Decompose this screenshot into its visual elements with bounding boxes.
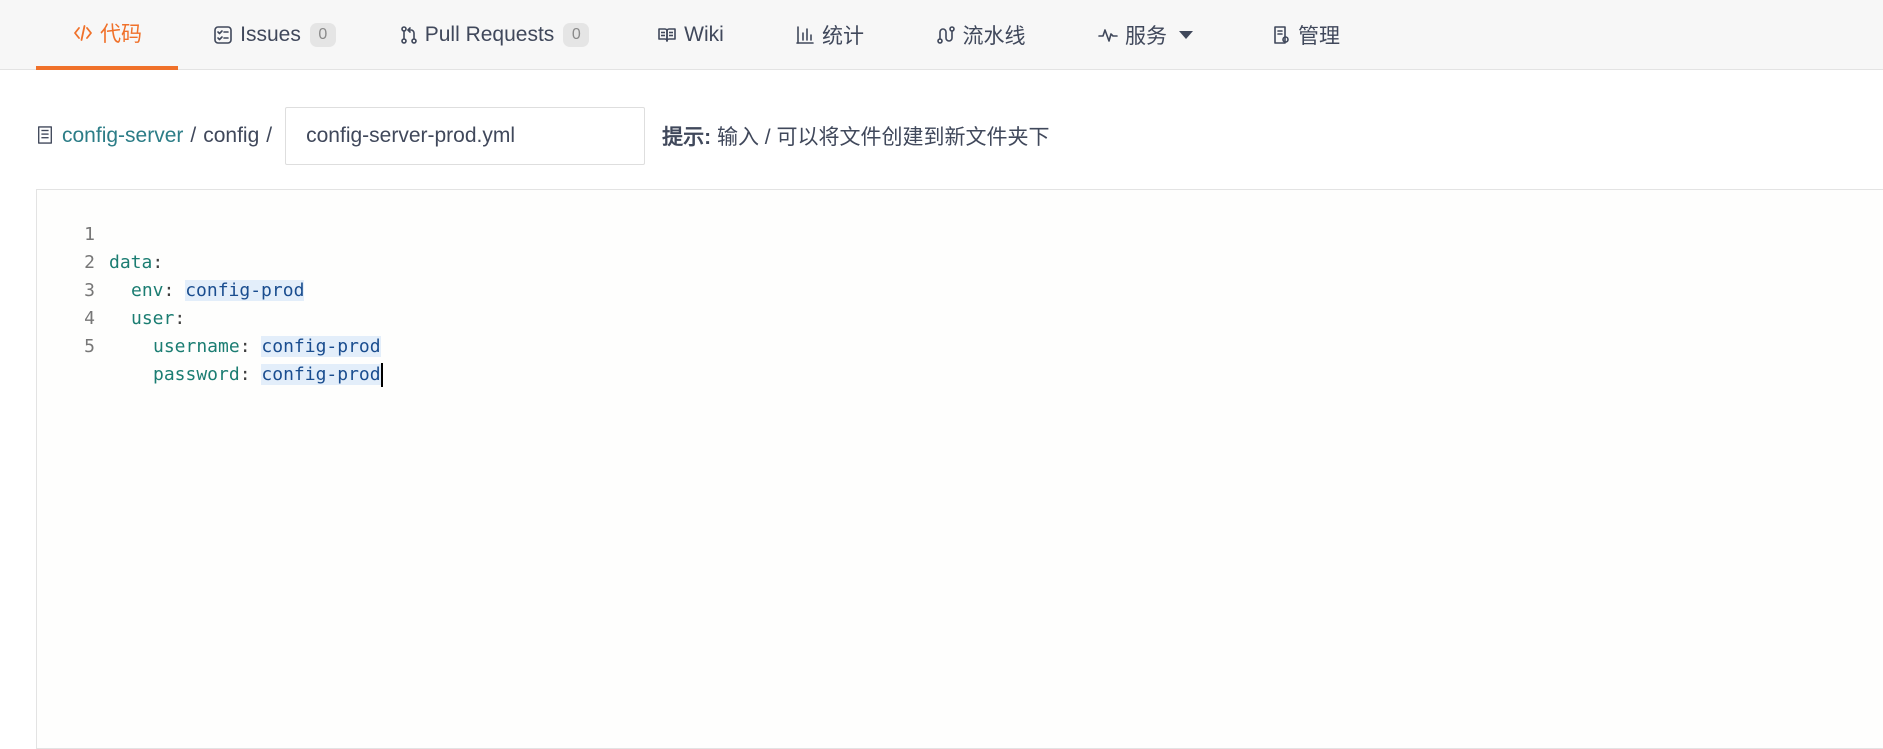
yaml-key: env	[131, 280, 164, 301]
tab-services-label: 服务	[1125, 25, 1167, 48]
repository-icon	[36, 125, 56, 147]
tab-pull-requests-label: Pull Requests	[424, 23, 555, 46]
code-text: data:	[109, 249, 163, 277]
code-line: 1 data:	[37, 193, 163, 273]
yaml-key: username	[153, 336, 240, 357]
tab-statistics-label: 统计	[822, 25, 864, 48]
yaml-colon: :	[152, 252, 164, 273]
tab-manage[interactable]: 管理	[1268, 0, 1342, 70]
yaml-key: password	[153, 364, 240, 385]
pulse-icon	[1097, 24, 1119, 46]
tab-wiki[interactable]: Wiki	[652, 0, 728, 70]
breadcrumb-separator: /	[190, 124, 197, 147]
tab-services[interactable]: 服务	[1096, 0, 1194, 70]
code-icon	[72, 22, 94, 44]
yaml-value: config-prod	[261, 364, 381, 385]
repo-tab-bar: 代码 Issues 0 Pull Requests 0 Wiki 统计 流水线 …	[0, 0, 1883, 70]
pipeline-icon	[935, 24, 957, 46]
line-number: 5	[84, 336, 95, 357]
breadcrumb-folder[interactable]: config	[203, 124, 259, 148]
code-line: 5 password: config-prod	[37, 305, 383, 387]
code-editor[interactable]: 1 data: 2 env: config-prod 3 user: 4 use…	[36, 189, 1883, 749]
tab-pipeline[interactable]: 流水线	[932, 0, 1028, 70]
code-line: 2 env: config-prod	[37, 221, 305, 301]
yaml-colon: :	[163, 280, 186, 301]
pull-request-icon	[399, 24, 419, 46]
bar-chart-icon	[794, 24, 816, 46]
code-line: 3 user:	[37, 249, 185, 329]
book-icon	[656, 24, 678, 46]
yaml-value: config-prod	[185, 280, 305, 301]
tab-pull-requests[interactable]: Pull Requests 0	[399, 0, 590, 70]
settings-doc-icon	[1270, 24, 1292, 46]
file-path-row: config-server / config / 提示: 输入 / 可以将文件创…	[36, 107, 1049, 165]
issues-icon	[212, 24, 234, 46]
tab-wiki-label: Wiki	[684, 23, 724, 46]
tab-pipeline-label: 流水线	[962, 25, 1026, 48]
tab-issues-label: Issues	[240, 23, 301, 46]
code-text: env: config-prod	[131, 277, 305, 305]
issues-count-badge: 0	[309, 23, 336, 47]
tab-manage-label: 管理	[1298, 25, 1340, 48]
yaml-value: config-prod	[261, 336, 381, 357]
code-text: user:	[131, 305, 185, 333]
tab-code[interactable]: 代码	[36, 0, 178, 70]
tab-code-label: 代码	[100, 23, 142, 46]
code-text: password: config-prod	[153, 361, 383, 389]
breadcrumb-repo-link[interactable]: config-server	[62, 124, 183, 148]
chevron-down-icon	[1179, 31, 1193, 39]
text-cursor	[380, 363, 383, 387]
breadcrumb-separator: /	[266, 124, 273, 147]
yaml-colon: :	[239, 336, 262, 357]
tab-issues[interactable]: Issues 0	[212, 0, 336, 70]
yaml-key: user	[131, 308, 175, 329]
yaml-key: data	[109, 252, 153, 273]
code-line: 4 username: config-prod	[37, 277, 381, 357]
tab-statistics[interactable]: 统计	[792, 0, 866, 70]
code-text: username: config-prod	[153, 333, 381, 361]
filename-input[interactable]	[285, 107, 646, 165]
yaml-colon: :	[239, 364, 262, 385]
path-hint-label: 提示:	[662, 126, 712, 149]
pull-requests-count-badge: 0	[563, 23, 590, 47]
yaml-colon: :	[174, 308, 186, 329]
path-hint: 提示: 输入 / 可以将文件创建到新文件夹下	[662, 121, 1049, 151]
path-hint-text: 输入 / 可以将文件创建到新文件夹下	[716, 126, 1050, 149]
